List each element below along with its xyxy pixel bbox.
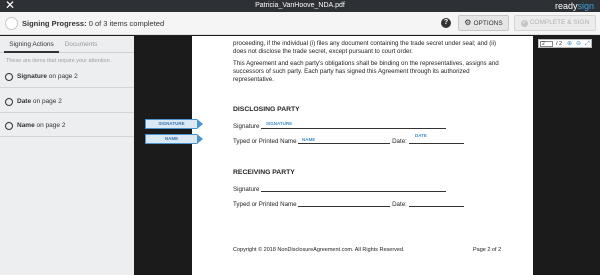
sidebar: Signing Actions Documents These are item… bbox=[0, 36, 134, 275]
zoom-in-icon[interactable]: ⊕ bbox=[567, 40, 572, 48]
signing-progress: Signing Progress: 0 of 3 items completed bbox=[22, 19, 165, 28]
sidebar-item-name[interactable]: Name on page 2 bbox=[0, 115, 134, 137]
title-bar: ✕ Patricia_VanHoove_NDA.pdf readysign bbox=[0, 0, 600, 12]
options-button[interactable]: ⚙ OPTIONS bbox=[458, 15, 509, 31]
sidebar-item-date[interactable]: Date on page 2 bbox=[0, 91, 134, 113]
typed-name-row: Typed or Printed Name Date: bbox=[233, 200, 464, 208]
disclosing-party-heading: DISCLOSING PARTY bbox=[233, 106, 300, 113]
help-icon[interactable]: ? bbox=[441, 18, 451, 28]
receiving-party-heading: RECEIVING PARTY bbox=[233, 169, 295, 176]
name-field-label: NAME bbox=[302, 137, 316, 142]
window-title: Patricia_VanHoove_NDA.pdf bbox=[255, 2, 345, 9]
circle-icon bbox=[5, 98, 13, 106]
name-flag[interactable]: NAME bbox=[145, 134, 203, 144]
paragraph: proceeding, if the individual (i) files … bbox=[233, 40, 497, 55]
page-total: / 2 bbox=[556, 41, 563, 47]
signature-row: Signature bbox=[233, 185, 447, 193]
typed-name-row: Typed or Printed Name Date: bbox=[233, 137, 464, 145]
toolbar: Signing Progress: 0 of 3 items completed… bbox=[0, 12, 600, 35]
tab-signing-actions[interactable]: Signing Actions bbox=[4, 36, 59, 53]
signature-row: Signature bbox=[233, 122, 447, 130]
progress-ring-icon bbox=[5, 17, 18, 30]
signature-field-label: SIGNATURE bbox=[266, 121, 293, 126]
zoom-out-icon[interactable]: ⊖ bbox=[576, 40, 581, 48]
progress-status: 0 of 3 items completed bbox=[88, 19, 165, 28]
document-viewer[interactable]: proceeding, if the individual (i) files … bbox=[134, 36, 600, 275]
page-number-input[interactable]: 2 bbox=[540, 41, 553, 47]
sidebar-tabs: Signing Actions Documents bbox=[0, 36, 134, 53]
brand-logo: readysign bbox=[554, 1, 594, 11]
page-number: Page 2 of 2 bbox=[473, 247, 502, 253]
document-page: proceeding, if the individual (i) files … bbox=[192, 36, 533, 275]
sidebar-item-signature[interactable]: Signature on page 2 bbox=[0, 66, 134, 88]
signature-flag[interactable]: SIGNATURE bbox=[145, 119, 203, 129]
page-navigator: 2 / 2 ⊕ ⊖ ⤢ bbox=[538, 39, 592, 48]
sidebar-hint: These are items that require your attent… bbox=[6, 58, 112, 64]
circle-icon bbox=[5, 73, 13, 81]
gear-icon: ⚙ bbox=[464, 18, 472, 27]
circle-icon bbox=[5, 122, 13, 130]
fit-page-icon[interactable]: ⤢ bbox=[585, 40, 590, 48]
date-field[interactable] bbox=[408, 137, 464, 144]
tab-documents[interactable]: Documents bbox=[62, 36, 100, 53]
complete-and-sign-button[interactable]: ✓ COMPLETE & SIGN bbox=[514, 15, 596, 31]
check-icon: ✓ bbox=[520, 20, 528, 27]
date-field-label: DATE bbox=[415, 133, 427, 138]
page-footer: Copyright © 2018 NonDisclosureAgreement.… bbox=[233, 247, 405, 253]
paragraph: This Agreement and each party's obligati… bbox=[233, 60, 499, 83]
